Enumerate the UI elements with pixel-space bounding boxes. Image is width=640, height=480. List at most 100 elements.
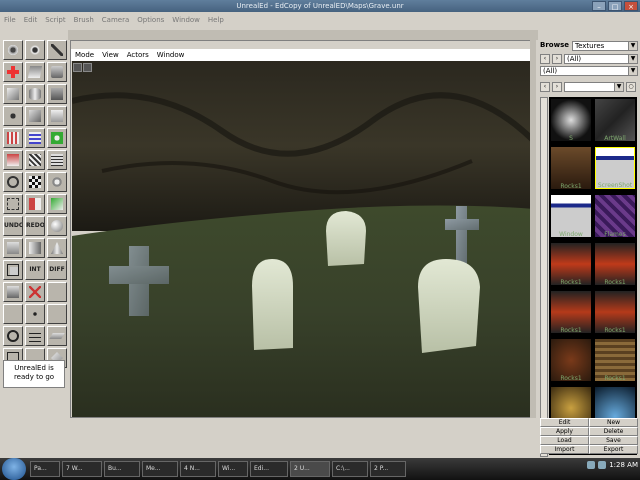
load-button[interactable]: Load [540, 436, 589, 445]
prev-package-button[interactable]: ‹ [540, 54, 550, 64]
texture-thumbnail-selected[interactable]: ScreenShot [595, 147, 635, 189]
stairs-builder-icon[interactable] [47, 84, 67, 104]
network-icon[interactable] [587, 461, 596, 469]
export-button[interactable]: Export [589, 445, 638, 454]
refresh-icon[interactable]: ○ [626, 82, 636, 92]
spiral-stairs-icon[interactable] [25, 238, 45, 258]
blank-tool-3[interactable] [47, 304, 67, 324]
texture-thumbnail[interactable]: Rocks1 [551, 339, 591, 382]
menu-script[interactable]: Script [41, 12, 69, 28]
deintersect-brush-icon[interactable] [3, 150, 23, 170]
move-actor-tool[interactable] [3, 106, 23, 126]
delete-button[interactable]: Delete [589, 427, 638, 436]
sheet-builder-icon[interactable] [47, 106, 67, 126]
actor-gear-icon[interactable] [47, 172, 67, 192]
apply-button[interactable]: Apply [540, 427, 589, 436]
menu-options[interactable]: Options [133, 12, 168, 28]
texture-thumbnail[interactable]: Rocks1 [595, 243, 635, 286]
select-all-icon[interactable] [3, 194, 23, 214]
browser-type-select[interactable]: Textures ▼ [572, 41, 638, 51]
diff-button[interactable]: DIFF [47, 260, 67, 280]
menu-file[interactable]: File [0, 12, 20, 28]
texture-thumbnail[interactable]: ArtWall [595, 99, 635, 142]
viewport-option-button[interactable] [83, 63, 92, 72]
brush-clip-tool[interactable] [47, 40, 67, 60]
menu-help[interactable]: Help [204, 12, 228, 28]
hide-selected-icon[interactable] [47, 150, 67, 170]
texture-thumbnail[interactable]: Rocks1 [551, 243, 591, 286]
camera-zoom-tool[interactable] [25, 40, 45, 60]
vertex-edit-tool[interactable] [47, 62, 67, 82]
browser-group-select[interactable]: (All) ▼ [540, 66, 638, 76]
sheet-floor-icon[interactable] [47, 326, 67, 346]
redo-button[interactable]: REDO [25, 216, 45, 236]
menu-window[interactable]: Window [168, 12, 204, 28]
texture-thumbnail[interactable]: Rocks1 [551, 291, 591, 334]
cube-builder-icon[interactable] [3, 84, 23, 104]
browser-view-select[interactable]: ▼ [564, 82, 624, 92]
taskbar-item[interactable]: 2 U... [290, 461, 330, 477]
clock[interactable]: 1:28 AM [609, 461, 638, 469]
start-button[interactable] [2, 458, 26, 480]
int-button[interactable]: INT [25, 260, 45, 280]
new-button[interactable]: New [589, 418, 638, 427]
tessellate-icon[interactable] [3, 238, 23, 258]
taskbar-item[interactable]: Pa... [30, 461, 60, 477]
viewport-option-button[interactable] [73, 63, 82, 72]
menu-camera[interactable]: Camera [98, 12, 133, 28]
save-button[interactable]: Save [589, 436, 638, 445]
intersect-brush-icon[interactable] [47, 128, 67, 148]
import-button[interactable]: Import [540, 445, 589, 454]
menu-edit[interactable]: Edit [20, 12, 42, 28]
minimize-button[interactable]: – [592, 1, 606, 11]
taskbar-item[interactable]: Edi... [250, 461, 288, 477]
next-package-button[interactable]: › [552, 54, 562, 64]
undo-button[interactable]: UNDO [3, 216, 23, 236]
texture-align-icon[interactable] [3, 260, 23, 280]
align-lines-icon[interactable] [25, 326, 45, 346]
browser-package-select[interactable]: (All) ▼ [564, 54, 638, 64]
perspective-viewport[interactable]: Mode View Actors Window [70, 40, 536, 418]
cube-grid-icon[interactable] [25, 106, 45, 126]
texture-thumbnail[interactable]: Window [551, 195, 591, 238]
sphere-icon[interactable] [47, 216, 67, 236]
taskbar-item[interactable]: Bu... [104, 461, 140, 477]
viewport-menu-actors[interactable]: Actors [123, 49, 153, 61]
cylinder-builder-icon[interactable] [25, 84, 45, 104]
texture-thumbnail[interactable]: Flames [595, 195, 635, 238]
taskbar-item[interactable]: C:\... [332, 461, 368, 477]
no-entry-icon[interactable] [3, 172, 23, 192]
texture-thumbnail[interactable]: Rocks1 [595, 339, 635, 382]
close-button[interactable]: × [624, 1, 638, 11]
taskbar-item[interactable]: Me... [142, 461, 178, 477]
zone-portal-icon[interactable] [3, 282, 23, 302]
prev-group-button[interactable]: ‹ [540, 82, 550, 92]
texture-thumbnail[interactable]: Rocks1 [595, 291, 635, 334]
add-brush-icon[interactable] [3, 128, 23, 148]
cone-builder-icon[interactable] [47, 238, 67, 258]
blank-tool-1[interactable] [47, 282, 67, 302]
vertex-snap-icon[interactable] [25, 304, 45, 324]
search-actor-icon[interactable] [3, 326, 23, 346]
browser-scrollbar[interactable] [540, 97, 548, 457]
edit-button[interactable]: Edit [540, 418, 589, 427]
subtract-brush-icon[interactable] [25, 128, 45, 148]
camera-move-tool[interactable] [3, 40, 23, 60]
3d-scene[interactable] [72, 61, 534, 417]
texture-pan-tool[interactable] [3, 62, 23, 82]
texture-thumbnail[interactable]: S [551, 99, 591, 142]
taskbar-item[interactable]: Wi... [218, 461, 248, 477]
blank-tool-2[interactable] [3, 304, 23, 324]
texture-thumbnail[interactable]: Rocks1 [551, 147, 591, 190]
viewport-menu-window[interactable]: Window [153, 49, 189, 61]
volume-icon[interactable] [598, 461, 607, 469]
texture-rotate-tool[interactable] [25, 62, 45, 82]
next-group-button[interactable]: › [552, 82, 562, 92]
checker-texture-icon[interactable] [25, 172, 45, 192]
select-brush-icon[interactable] [25, 194, 45, 214]
maximize-button[interactable]: □ [608, 1, 622, 11]
viewport-menu-mode[interactable]: Mode [71, 49, 98, 61]
menu-brush[interactable]: Brush [70, 12, 98, 28]
select-green-icon[interactable] [47, 194, 67, 214]
taskbar-item[interactable]: 4 N... [180, 461, 216, 477]
